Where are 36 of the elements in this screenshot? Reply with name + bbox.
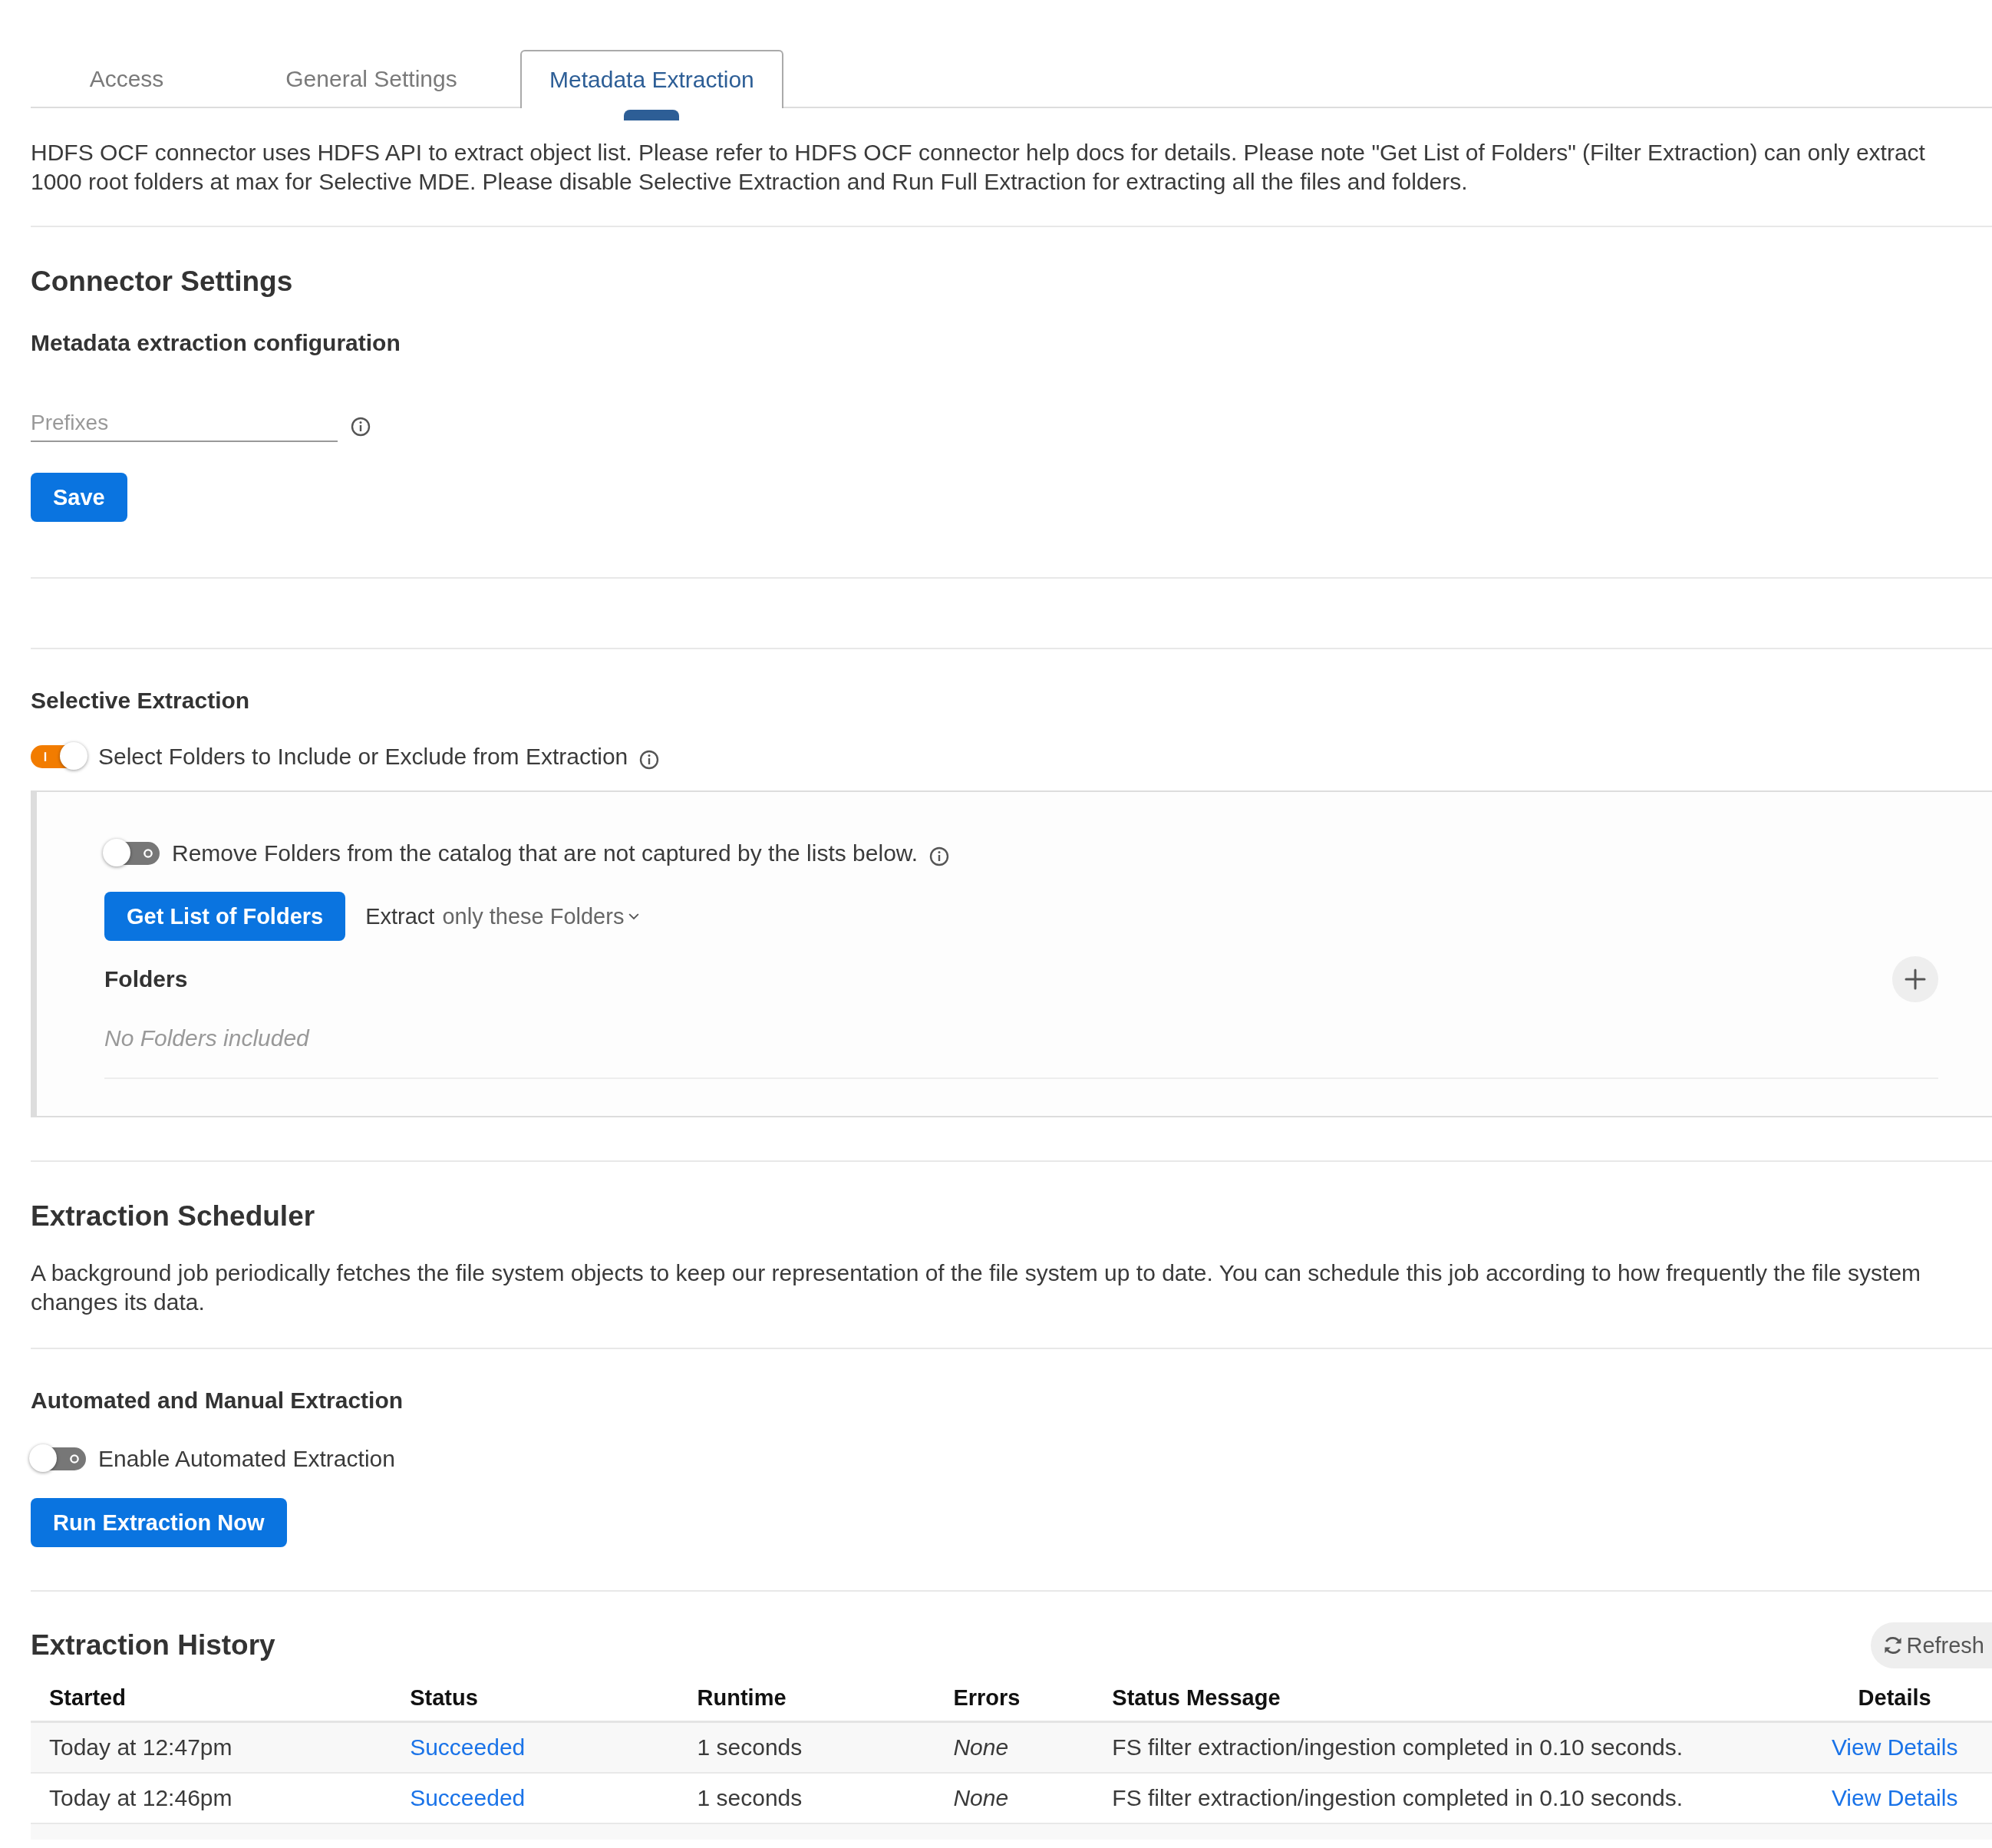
section-title: Automated and Manual Extraction: [31, 1388, 404, 1414]
toggle-label: Remove Folders from the catalog that are not captured by the lists below.: [172, 840, 918, 866]
status-link[interactable]: Succeeded: [410, 1785, 526, 1810]
chevron-down-icon: [628, 912, 640, 920]
view-details-link[interactable]: View Details: [1831, 1734, 1958, 1760]
refresh-button[interactable]: Refresh: [1871, 1622, 1992, 1668]
save-button[interactable]: Save: [31, 473, 127, 522]
table-cell: 1 seconds: [697, 1721, 954, 1773]
plus-icon: [1905, 969, 1926, 990]
toggle-label: Enable Automated Extraction: [98, 1446, 395, 1472]
table-cell: FS filter extraction/ingestion completed in 0.10 seconds.: [1112, 1721, 1798, 1773]
table-cell: None: [953, 1721, 1113, 1773]
folders-title: Folders: [104, 966, 188, 992]
tab[interactable]: General Settings: [241, 50, 502, 107]
status-link[interactable]: Succeeded: [410, 1734, 526, 1760]
extract-mode-dropdown[interactable]: only these Folders: [434, 903, 640, 929]
empty-state-text: No Folders included: [104, 1025, 1938, 1079]
info-icon[interactable]: [638, 749, 661, 771]
get-list-button[interactable]: Get List of Folders: [104, 892, 346, 941]
section-title: Extraction Scheduler: [31, 1200, 316, 1233]
section-title: Selective Extraction: [31, 688, 251, 714]
info-icon[interactable]: [928, 846, 951, 867]
toggle-label: Select Folders to Include or Exclude from Extraction: [98, 744, 628, 770]
tab[interactable]: Access: [31, 50, 223, 107]
section-title: Extraction History: [31, 1629, 275, 1662]
table-cell: Today at 12:47pm: [31, 1721, 411, 1773]
extract-label: Extract: [365, 903, 435, 929]
info-icon[interactable]: [350, 416, 371, 437]
section-title: Connector Settings: [31, 266, 294, 298]
intro-text: HDFS OCF connector uses HDFS API to extract object list. Please refer to HDFS OCF connector help docs for details. Please note "Get List of Folders" (Filter Extraction) can only extract 1000 root folders at max for Selective MDE. Please disable Selective Extraction and Run Full Extraction for extracting all the files and folders.: [31, 139, 1926, 196]
off-mark-icon: [143, 848, 153, 859]
subsection-title: Metadata extraction configuration: [31, 330, 401, 356]
description-text: A background job periodically fetches the file system objects to keep our representation of the file system up to date. You can schedule this job according to how frequently the file system changes its data.: [31, 1259, 1922, 1316]
view-details-link[interactable]: View Details: [1831, 1785, 1958, 1810]
off-mark-icon: [69, 1454, 80, 1464]
run-extraction-button[interactable]: Run Extraction Now: [31, 1498, 287, 1547]
